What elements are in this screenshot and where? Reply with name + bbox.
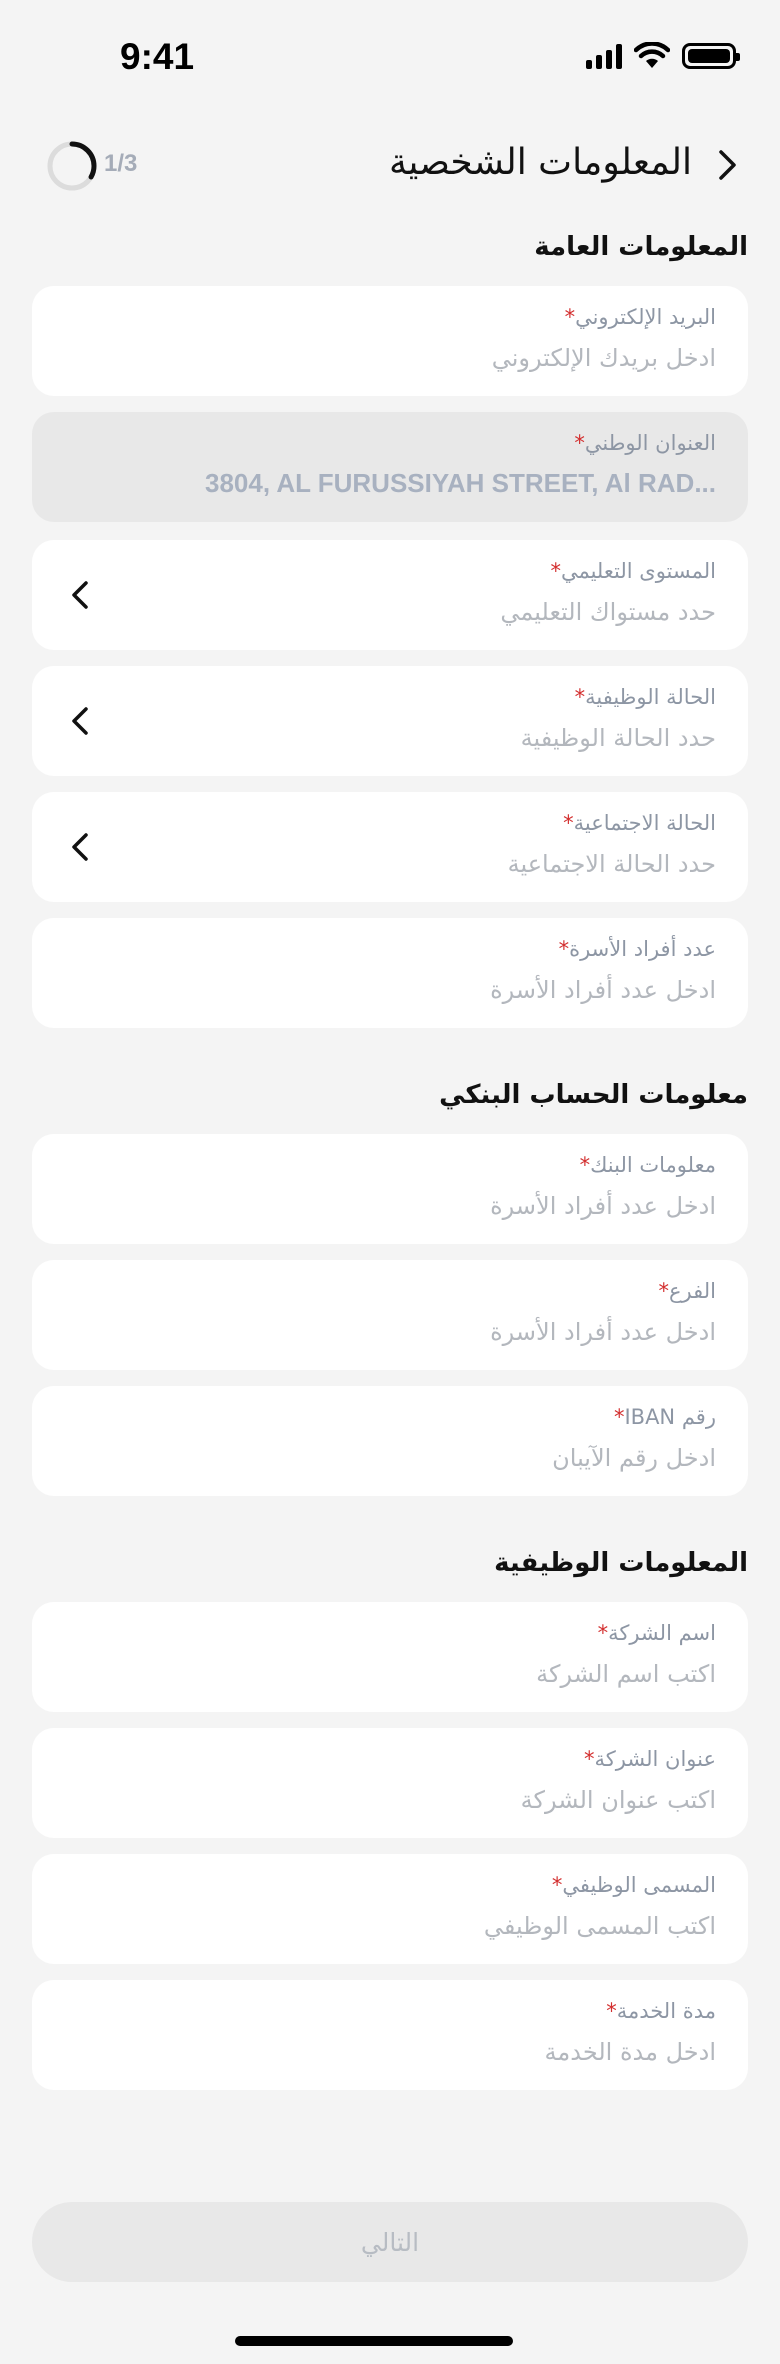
- section-title-general: المعلومات العامة: [534, 232, 748, 262]
- job-title-placeholder: اكتب المسمى الوظيفي: [483, 1912, 716, 1940]
- next-button[interactable]: التالي: [32, 2202, 748, 2282]
- iban-field[interactable]: رقم IBAN* ادخل رقم الآيبان: [32, 1386, 748, 1496]
- chevron-left-icon: [72, 707, 88, 735]
- family-members-label: عدد أفراد الأسرة*: [558, 937, 716, 961]
- home-indicator: [235, 2336, 513, 2346]
- employment-status-label: الحالة الوظيفية*: [574, 685, 716, 709]
- job-title-label: المسمى الوظيفي*: [551, 1873, 716, 1897]
- bank-info-field[interactable]: معلومات البنك* ادخل عدد أفراد الأسرة: [32, 1134, 748, 1244]
- service-duration-field[interactable]: مدة الخدمة* ادخل مدة الخدمة: [32, 1980, 748, 2090]
- service-duration-label: مدة الخدمة*: [606, 1999, 716, 2023]
- national-address-value: 3804, AL FURUSSIYAH STREET, Al RAD...: [205, 468, 716, 498]
- job-title-field[interactable]: المسمى الوظيفي* اكتب المسمى الوظيفي: [32, 1854, 748, 1964]
- education-label: المستوى التعليمي*: [550, 559, 716, 583]
- marital-status-placeholder: حدد الحالة الاجتماعية: [507, 850, 716, 878]
- employment-status-placeholder: حدد الحالة الوظيفية: [520, 724, 716, 752]
- battery-icon: [682, 42, 740, 69]
- company-name-placeholder: اكتب اسم الشركة: [536, 1660, 716, 1688]
- marital-status-select[interactable]: الحالة الاجتماعية* حدد الحالة الاجتماعية: [32, 792, 748, 902]
- branch-field[interactable]: الفرع* ادخل عدد أفراد الأسرة: [32, 1260, 748, 1370]
- national-address-field: العنوان الوطني* 3804, AL FURUSSIYAH STRE…: [32, 412, 748, 522]
- email-field[interactable]: البريد الإلكتروني* ادخل بريدك الإلكتروني: [32, 286, 748, 396]
- branch-placeholder: ادخل عدد أفراد الأسرة: [490, 1318, 716, 1346]
- company-name-field[interactable]: اسم الشركة* اكتب اسم الشركة: [32, 1602, 748, 1712]
- chevron-left-icon: [72, 581, 88, 609]
- company-name-label: اسم الشركة*: [597, 1621, 716, 1645]
- section-title-bank: معلومات الحساب البنكي: [439, 1080, 748, 1110]
- email-placeholder: ادخل بريدك الإلكتروني: [491, 344, 716, 372]
- chevron-left-icon: [72, 833, 88, 861]
- education-level-select[interactable]: المستوى التعليمي* حدد مستواك التعليمي: [32, 540, 748, 650]
- iban-placeholder: ادخل رقم الآيبان: [552, 1444, 716, 1472]
- bank-info-placeholder: ادخل عدد أفراد الأسرة: [490, 1192, 716, 1220]
- company-address-field[interactable]: عنوان الشركة* اكتب عنوان الشركة: [32, 1728, 748, 1838]
- status-time: 9:41: [120, 36, 195, 77]
- family-members-placeholder: ادخل عدد أفراد الأسرة: [490, 976, 716, 1004]
- company-address-label: عنوان الشركة*: [584, 1747, 716, 1771]
- company-address-placeholder: اكتب عنوان الشركة: [520, 1786, 716, 1814]
- section-title-job: المعلومات الوظيفية: [494, 1548, 748, 1578]
- branch-label: الفرع*: [658, 1279, 716, 1303]
- status-icons: [586, 42, 740, 69]
- iban-label: رقم IBAN*: [613, 1405, 716, 1429]
- step-progress-ring: [47, 141, 97, 191]
- employment-status-select[interactable]: الحالة الوظيفية* حدد الحالة الوظيفية: [32, 666, 748, 776]
- education-placeholder: حدد مستواك التعليمي: [500, 598, 716, 626]
- marital-status-label: الحالة الاجتماعية*: [563, 811, 716, 835]
- back-button[interactable]: [702, 140, 752, 190]
- status-bar: 9:41: [0, 0, 780, 110]
- bank-info-label: معلومات البنك*: [579, 1153, 716, 1177]
- cellular-signal-icon: [586, 43, 622, 69]
- email-label: البريد الإلكتروني*: [564, 305, 716, 329]
- page-title: المعلومات الشخصية: [389, 142, 692, 183]
- header: 1/3 المعلومات الشخصية: [0, 130, 780, 200]
- step-indicator: 1/3: [104, 150, 138, 177]
- chevron-right-icon: [719, 150, 736, 180]
- service-duration-placeholder: ادخل مدة الخدمة: [544, 2038, 716, 2066]
- national-address-label: العنوان الوطني*: [574, 431, 716, 455]
- wifi-icon: [634, 42, 670, 68]
- family-members-field[interactable]: عدد أفراد الأسرة* ادخل عدد أفراد الأسرة: [32, 918, 748, 1028]
- next-button-label: التالي: [360, 2227, 420, 2257]
